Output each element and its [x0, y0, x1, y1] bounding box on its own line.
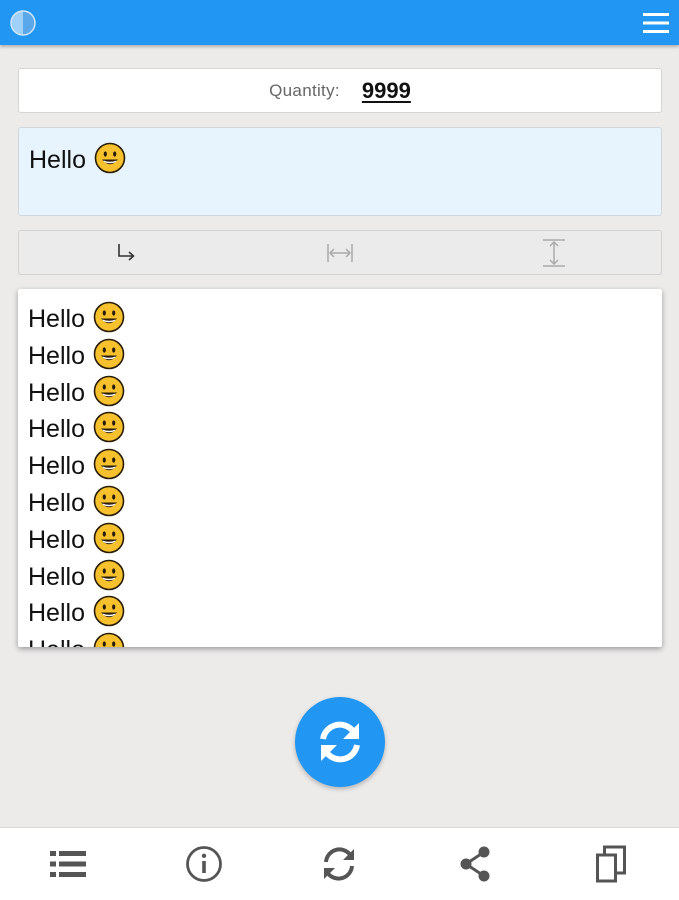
smiling-face-emoji-icon: [93, 301, 125, 333]
output-line: Hello: [28, 595, 652, 632]
output-line-text: Hello: [28, 305, 85, 333]
output-line-text: Hello: [28, 452, 85, 481]
horizontal-resize-button[interactable]: [233, 231, 447, 274]
quantity-label: Quantity:: [269, 80, 340, 100]
bottom-navigation-bar: [0, 827, 679, 900]
output-line-text: Hello: [28, 341, 85, 370]
vertical-resize-icon: [543, 238, 565, 267]
refresh-button[interactable]: [272, 828, 408, 900]
output-line: Hello: [28, 522, 652, 559]
top-app-bar: [0, 0, 679, 45]
output-line: Hello: [28, 448, 652, 485]
output-line-text: Hello: [28, 488, 85, 517]
output-line: Hello: [28, 485, 652, 522]
output-line: Hello: [28, 375, 652, 412]
smiling-face-emoji-icon: [93, 632, 125, 647]
vertical-resize-button[interactable]: [447, 231, 661, 274]
output-line: Hello: [28, 559, 652, 596]
output-line-text: Hello: [28, 415, 85, 444]
info-button[interactable]: [136, 828, 272, 900]
refresh-icon: [324, 847, 355, 881]
smiling-face-emoji-icon: [93, 448, 125, 480]
text-input[interactable]: Hello: [18, 127, 662, 216]
smiling-face-emoji-icon: [93, 375, 125, 406]
menu-button[interactable]: [643, 11, 669, 35]
quantity-box[interactable]: Quantity: 9999: [18, 68, 662, 113]
share-button[interactable]: [407, 828, 543, 900]
output-line: Hello: [28, 411, 652, 448]
options-toolbar: [18, 230, 662, 275]
output-line: Hello: [28, 338, 652, 375]
smiling-face-emoji-icon: [93, 338, 125, 370]
copy-button[interactable]: [543, 828, 679, 900]
smiling-face-emoji-icon: [93, 412, 125, 443]
output-line-text: Hello: [28, 599, 85, 628]
output-line-text: Hello: [28, 636, 85, 647]
output-text-area[interactable]: Hello Hello Hello Hello Hello Hello Hello Hello…: [18, 289, 662, 647]
smiling-face-emoji-icon: [93, 485, 125, 517]
theme-toggle-button[interactable]: [9, 9, 37, 37]
output-line-text: Hello: [28, 525, 85, 554]
generate-fab-button[interactable]: [295, 697, 385, 787]
output-line: Hello: [28, 632, 652, 647]
share-icon: [460, 846, 490, 882]
newline-arrow-icon: [118, 243, 135, 261]
list-button[interactable]: [0, 828, 136, 900]
output-line-text: Hello: [28, 378, 85, 407]
copy-icon: [596, 845, 627, 883]
input-text: Hello: [29, 146, 86, 174]
list-icon: [49, 851, 86, 877]
smiling-face-emoji-icon: [93, 522, 125, 554]
output-line-text: Hello: [28, 562, 85, 591]
output-line: Hello: [28, 301, 652, 338]
hamburger-menu-icon: [643, 13, 669, 33]
smiling-face-emoji-icon: [93, 559, 125, 590]
refresh-sync-icon: [320, 721, 360, 763]
smiling-face-emoji-icon: [93, 596, 125, 627]
newline-button[interactable]: [19, 231, 233, 274]
half-circle-theme-icon: [10, 10, 36, 36]
info-icon: [185, 846, 222, 882]
horizontal-resize-icon: [327, 243, 353, 262]
quantity-value[interactable]: 9999: [362, 78, 411, 104]
smiling-face-emoji-icon: [94, 142, 126, 174]
